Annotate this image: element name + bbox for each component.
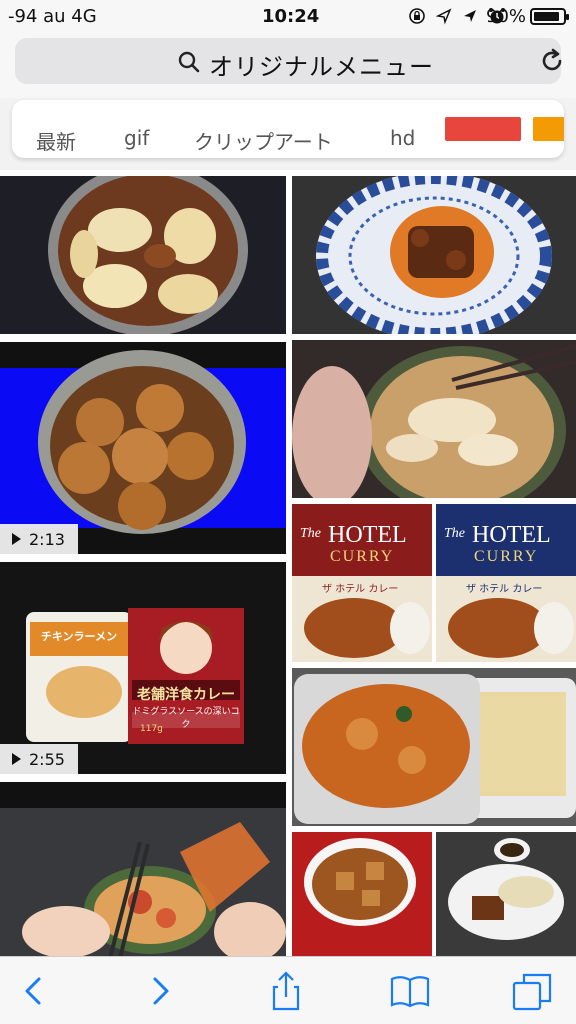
hotel-curry-hotel-left: HOTEL [328,522,407,548]
navigation-icon [464,10,476,22]
result-video-instant-packs[interactable]: 老舗洋食カレー ドミグラスソースの深いコク 117g チキンラーメン 2:55 [0,562,286,774]
clock: 10:24 [262,6,320,27]
play-icon [12,753,21,765]
color-filter-red[interactable] [445,117,521,141]
filter-latest[interactable]: 最新 [36,126,76,155]
result-image-beef-plates[interactable] [292,832,576,956]
image-results-grid: 2:13 老舗洋食カレー ドミグラスソースの深いコク 117g チキンラーメン … [0,170,576,956]
browser-toolbar [0,956,576,1024]
result-image-chopsticks-bowl[interactable] [292,340,576,498]
duration-text: 2:55 [29,749,65,769]
color-filter-orange[interactable] [533,117,564,141]
reload-icon[interactable] [539,48,565,74]
bag-label: チキンラーメン [40,630,118,643]
result-image-curry-container[interactable] [292,668,576,826]
retro-curry-weight: 117g [140,724,163,734]
tabs-icon[interactable] [512,971,552,1011]
video-duration-badge: 2:13 [0,524,78,554]
play-icon [12,533,21,545]
location-icon [436,8,452,25]
result-image-katsu-plate[interactable] [292,176,576,334]
retro-curry-title: 老舗洋食カレー [137,687,235,703]
hotel-curry-sub-left: ザ ホテル カレー [322,584,399,595]
result-image-chips-ramen[interactable] [0,176,286,334]
hotel-curry-curry-right: CURRY [474,548,539,565]
status-bar: -94 au 4G 10:24 90% [0,0,576,32]
hotel-curry-the-left: The [300,526,321,541]
filter-chips: 最新 gif クリップアート hd [12,100,564,158]
result-image-hotel-curry[interactable]: The HOTEL CURRY ザ ホテル カレー The HOTEL CURR… [292,504,576,662]
hotel-curry-curry-left: CURRY [330,548,395,565]
carrier-signal: -94 au 4G [8,6,97,27]
hotel-curry-hotel-right: HOTEL [472,522,551,548]
filter-gif[interactable]: gif [124,126,149,150]
battery-icon [530,8,569,25]
result-video-croquette-bowl[interactable]: 2:13 [0,342,286,554]
address-text: オリジナルメニュー [209,53,434,81]
filter-clipart[interactable]: クリップアート [194,126,333,155]
bookmarks-icon[interactable] [390,971,430,1011]
filter-hd[interactable]: hd [390,126,415,150]
share-icon[interactable] [266,971,306,1011]
orientation-lock-icon [409,8,425,24]
duration-text: 2:13 [29,529,65,549]
browser-header: オリジナルメニュー [0,32,576,98]
back-icon[interactable] [14,971,54,1011]
battery-percent: 90% [486,6,527,27]
hotel-curry-sub-right: ザ ホテル カレー [466,584,543,595]
forward-icon[interactable] [140,971,180,1011]
hotel-curry-the-right: The [444,526,465,541]
video-duration-badge: 2:55 [0,744,78,774]
search-icon [178,51,200,73]
result-video-kimchi-bowl[interactable] [0,782,286,956]
address-bar[interactable]: オリジナルメニュー [15,38,562,84]
